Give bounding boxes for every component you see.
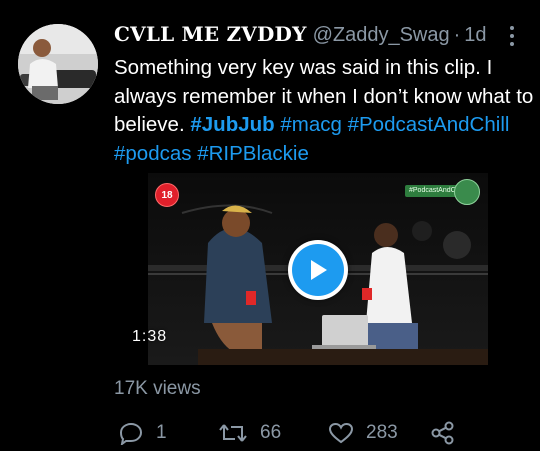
- separator-dot: ·: [453, 24, 461, 46]
- view-count: 17K views: [114, 378, 201, 399]
- play-button[interactable]: [288, 240, 348, 300]
- share-icon: [431, 421, 454, 445]
- show-logo-icon: [454, 179, 480, 205]
- like-count: 283: [366, 422, 398, 443]
- heart-icon: [328, 422, 354, 444]
- more-vertical-icon[interactable]: [507, 24, 517, 48]
- hashtag-podcastandchill[interactable]: #PodcastAndChill: [348, 113, 510, 136]
- comment-icon: [119, 422, 143, 445]
- share-button[interactable]: [430, 421, 456, 445]
- reply-count: 1: [156, 422, 167, 443]
- avatar-photo: [18, 24, 98, 104]
- video-duration: 1:38: [132, 328, 168, 345]
- avatar[interactable]: [18, 24, 98, 104]
- hashtag-podcas[interactable]: #podcas: [114, 142, 192, 165]
- retweet-count: 66: [260, 422, 282, 443]
- display-name[interactable]: CVLL ME ZVDDY: [114, 22, 307, 46]
- play-icon: [292, 244, 344, 296]
- timestamp[interactable]: 1d: [464, 24, 486, 46]
- like-button[interactable]: 283: [328, 421, 398, 445]
- user-handle[interactable]: @Zaddy_Swag: [313, 24, 450, 46]
- video-player[interactable]: 18 #PodcastAndChill 1:38: [112, 173, 488, 365]
- tweet-text: Something very key was said in this clip…: [114, 54, 534, 168]
- tweet-header: CVLL ME ZVDDY @Zaddy_Swag · 1d: [114, 22, 514, 52]
- tweet-actions: 1 66 283: [114, 421, 534, 445]
- reply-button[interactable]: 1: [118, 421, 167, 445]
- age-rating-badge: 18: [155, 183, 179, 207]
- hashtag-ripblackie[interactable]: #RIPBlackie: [197, 142, 309, 165]
- hashtag-jubjub[interactable]: #JubJub: [190, 113, 274, 136]
- hashtag-macg[interactable]: #macg: [280, 113, 342, 136]
- retweet-icon: [219, 424, 247, 442]
- retweet-button[interactable]: 66: [218, 421, 281, 445]
